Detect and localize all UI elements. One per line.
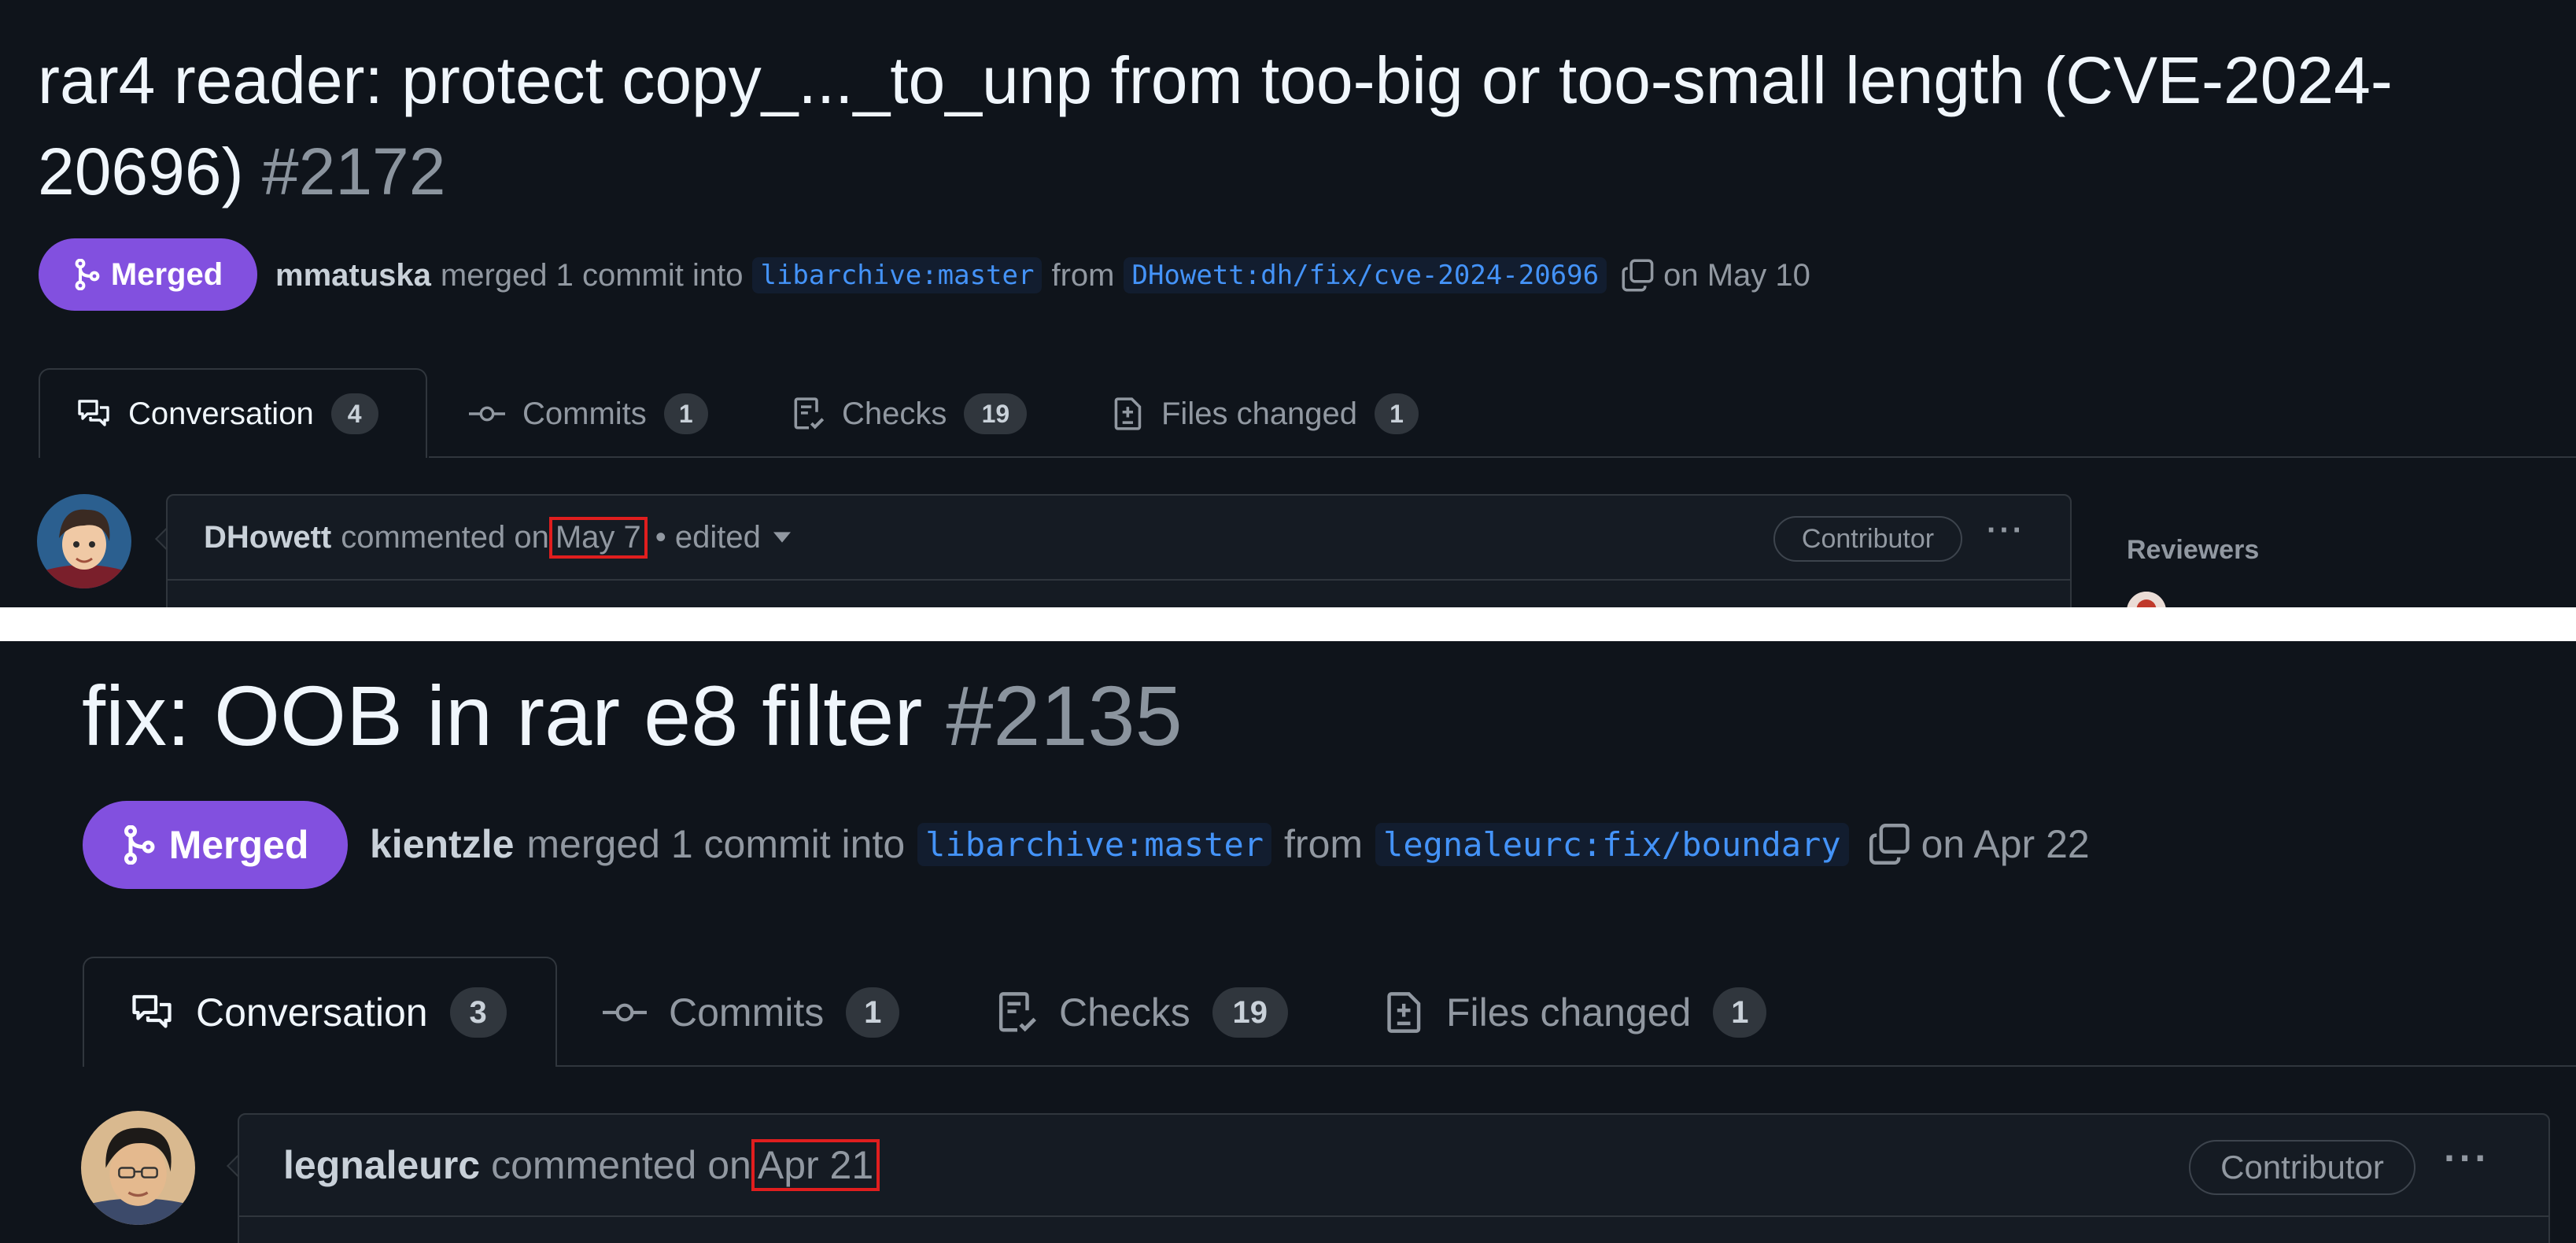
checklist-icon <box>998 990 1037 1035</box>
merge-icon <box>122 825 155 865</box>
tab-count: 19 <box>964 393 1028 434</box>
checklist-icon <box>793 396 825 432</box>
comment-author[interactable]: legnaleurc <box>283 1142 480 1188</box>
copy-icon[interactable] <box>1868 822 1912 866</box>
merger-link[interactable]: kientzle <box>370 821 514 867</box>
merge-summary: kientzle merged 1 commit into libarchive… <box>370 821 2090 867</box>
comment-box: legnaleurc commented on Apr 21 Contribut… <box>238 1113 2550 1243</box>
tab-count: 1 <box>1375 393 1419 434</box>
comment-box: DHowett commented on May 7 • edited Cont… <box>166 494 2072 607</box>
pr-panel-2172: rar4 reader: protect copy_..._to_unp fro… <box>0 0 2576 607</box>
tab-count: 19 <box>1212 987 1288 1038</box>
comment-date[interactable]: Apr 21 <box>751 1139 880 1191</box>
edited-indicator[interactable]: • edited <box>655 520 761 555</box>
tab-files-changed[interactable]: Files changed 1 <box>1113 390 1419 437</box>
comment-discussion-icon <box>130 993 174 1032</box>
copy-icon[interactable] <box>1621 258 1655 293</box>
tab-conversation[interactable]: Conversation 4 <box>39 368 427 458</box>
tab-files-changed[interactable]: Files changed 1 <box>1385 984 1767 1041</box>
tab-count: 1 <box>1713 987 1767 1038</box>
comment-discussion-icon <box>76 398 111 430</box>
tab-count: 1 <box>846 987 900 1038</box>
comment-author[interactable]: DHowett <box>204 520 331 555</box>
file-diff-icon <box>1113 396 1144 432</box>
merge-date: on Apr 22 <box>1921 822 2090 866</box>
merge-summary: mmatuska merged 1 commit into libarchive… <box>275 257 1810 293</box>
merged-state-badge: Merged <box>83 801 348 889</box>
head-branch[interactable]: legnaleurc:fix/boundary <box>1375 822 1849 866</box>
contributor-badge: Contributor <box>1773 516 1962 562</box>
avatar[interactable] <box>81 1111 195 1225</box>
file-diff-icon <box>1385 990 1424 1035</box>
tab-count: 1 <box>663 393 708 434</box>
pr-panel-2135: fix: OOB in rar e8 filter #2135 Merged k… <box>0 641 2576 1243</box>
comment-header: DHowett commented on May 7 • edited Cont… <box>168 496 2070 581</box>
merger-link[interactable]: mmatuska <box>275 258 431 293</box>
head-branch[interactable]: DHowett:dh/fix/cve-2024-20696 <box>1124 257 1607 293</box>
tab-count: 4 <box>330 393 378 434</box>
commit-icon <box>603 1001 647 1024</box>
pr-title-line2: 20696) #2172 <box>38 135 446 208</box>
tab-commits[interactable]: Commits 1 <box>603 984 900 1041</box>
caret-down-icon[interactable] <box>773 532 791 543</box>
merge-icon <box>73 259 100 290</box>
pr-title: rar4 reader: protect copy_..._to_unp fro… <box>38 43 2393 117</box>
pr-title: fix: OOB in rar e8 filter #2135 <box>82 668 1183 763</box>
tab-commits[interactable]: Commits 1 <box>469 390 708 437</box>
merged-state-badge: Merged <box>39 238 257 311</box>
merge-date: on May 10 <box>1663 257 1810 293</box>
pr-number: #2135 <box>946 668 1183 763</box>
comment-date[interactable]: May 7 <box>548 516 648 559</box>
kebab-horizontal-icon[interactable]: ··· <box>1987 513 2025 548</box>
tab-conversation[interactable]: Conversation 3 <box>83 957 557 1067</box>
base-branch[interactable]: libarchive:master <box>752 257 1043 293</box>
kebab-horizontal-icon[interactable]: ··· <box>2444 1135 2490 1181</box>
tab-checks[interactable]: Checks 19 <box>998 984 1288 1041</box>
commit-icon <box>469 404 505 423</box>
reviewer-avatar[interactable] <box>2127 592 2166 607</box>
tab-checks[interactable]: Checks 19 <box>793 390 1028 437</box>
reviewers-label[interactable]: Reviewers <box>2127 535 2259 566</box>
tabs-divider <box>429 456 2576 458</box>
contributor-badge: Contributor <box>2189 1140 2415 1195</box>
base-branch[interactable]: libarchive:master <box>917 822 1272 866</box>
pr-number: #2172 <box>261 135 446 208</box>
tabs-divider <box>555 1065 2576 1067</box>
comment-header: legnaleurc commented on Apr 21 Contribut… <box>239 1115 2548 1217</box>
tab-count: 3 <box>449 987 507 1038</box>
avatar[interactable] <box>37 494 131 588</box>
